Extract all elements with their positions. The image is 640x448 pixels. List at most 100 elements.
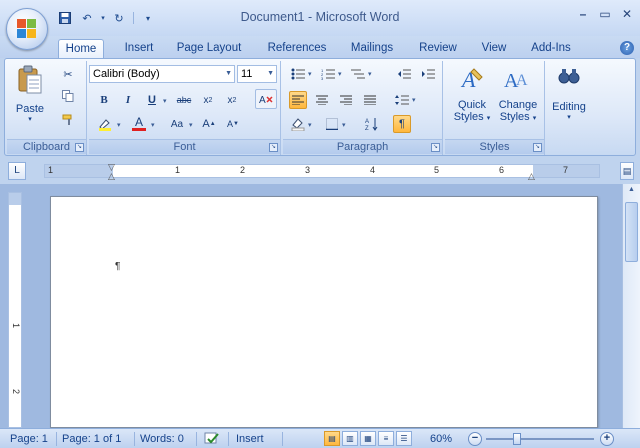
web-layout-view-icon[interactable]: ▦ (360, 431, 376, 446)
tab-selector-icon[interactable]: L (8, 162, 26, 180)
sort-icon[interactable]: AZ (363, 115, 381, 133)
tab-home[interactable]: Home (58, 39, 104, 58)
strikethrough-button[interactable]: abc (175, 91, 193, 109)
bullets-icon[interactable] (289, 65, 307, 83)
right-indent-marker[interactable]: △ (528, 172, 538, 181)
editing-dropdown-icon[interactable]: ▾ (547, 113, 591, 121)
paragraph-launcher-icon[interactable]: ↘ (431, 143, 440, 152)
minimize-icon[interactable]: – (576, 7, 590, 21)
font-name-dropdown-icon[interactable]: ▼ (225, 66, 232, 82)
office-button[interactable] (6, 8, 48, 50)
tab-add-ins[interactable]: Add-Ins (524, 39, 578, 58)
paste-dropdown-icon[interactable]: ▾ (13, 115, 47, 123)
line-spacing-dropdown-icon[interactable]: ▾ (412, 96, 416, 104)
grow-font-icon[interactable]: A ▲ (199, 115, 219, 133)
highlight-icon[interactable] (95, 115, 115, 133)
ruler-number: 5 (434, 165, 440, 175)
ruler-row: L 1 1 2 3 4 5 6 7 ▽ △ △ ▤ (0, 158, 640, 184)
multilevel-list-dropdown-icon[interactable]: ▾ (368, 70, 372, 78)
tab-mailings[interactable]: Mailings (344, 39, 400, 58)
shrink-font-icon[interactable]: A ▼ (223, 115, 243, 133)
align-left-button[interactable] (289, 91, 307, 109)
print-layout-view-icon[interactable]: ▤ (324, 431, 340, 446)
tab-view[interactable]: View (476, 39, 512, 58)
status-page-of[interactable]: Page: 1 of 1 (62, 432, 121, 446)
increase-indent-icon[interactable] (419, 65, 437, 83)
proofing-icon[interactable] (204, 432, 220, 446)
window-controls: – ▭ ✕ (576, 7, 634, 21)
font-size-dropdown-icon[interactable]: ▼ (267, 66, 274, 82)
bullets-dropdown-icon[interactable]: ▾ (308, 70, 312, 78)
align-center-button[interactable] (313, 91, 331, 109)
paragraph-group: ▾ 123 ▾ ▾ ▾ ▾ ▾ A Z ¶ Paragraph ↘ (283, 61, 443, 155)
zoom-in-icon[interactable]: + (600, 432, 614, 446)
status-word-count[interactable]: Words: 0 (140, 432, 184, 446)
draft-view-icon[interactable]: ☰ (396, 431, 412, 446)
quick-styles-dropdown-icon[interactable]: ▾ (487, 115, 491, 122)
outline-view-icon[interactable]: ≡ (378, 431, 394, 446)
change-styles-dropdown-icon[interactable]: ▾ (533, 115, 537, 122)
shading-icon[interactable] (289, 115, 307, 133)
shading-dropdown-icon[interactable]: ▾ (308, 121, 312, 129)
format-painter-icon[interactable] (59, 111, 77, 129)
zoom-out-icon[interactable]: − (468, 432, 482, 446)
paste-button[interactable]: Paste ▾ (13, 65, 47, 129)
horizontal-ruler[interactable]: 1 1 2 3 4 5 6 7 ▽ △ △ (44, 163, 600, 181)
tab-references[interactable]: References (262, 39, 332, 58)
clipboard-launcher-icon[interactable]: ↘ (75, 143, 84, 152)
font-color-icon[interactable]: A (129, 115, 149, 133)
align-right-button[interactable] (337, 91, 355, 109)
bold-button[interactable]: B (95, 91, 113, 109)
first-line-indent-marker[interactable]: ▽ (108, 163, 118, 172)
justify-button[interactable] (361, 91, 379, 109)
zoom-slider-track[interactable] (486, 438, 594, 440)
font-launcher-icon[interactable]: ↘ (269, 143, 278, 152)
hanging-indent-marker[interactable]: △ (108, 172, 118, 181)
editing-button[interactable]: Editing ▾ (547, 65, 591, 135)
borders-icon[interactable] (323, 115, 341, 133)
change-case-dropdown-icon[interactable]: ▾ (189, 121, 193, 129)
font-size-combo[interactable]: 11 ▼ (237, 65, 277, 83)
full-screen-reading-view-icon[interactable]: ▥ (342, 431, 358, 446)
change-styles-button[interactable]: A A Change Styles ▾ (495, 65, 541, 135)
multilevel-list-icon[interactable] (349, 65, 367, 83)
cut-icon[interactable]: ✂ (59, 65, 77, 83)
document-area: 1 2 ¶ ▲ (0, 184, 640, 428)
quick-styles-button[interactable]: A Quick Styles ▾ (451, 65, 493, 135)
scroll-up-icon[interactable]: ▲ (625, 186, 638, 198)
view-ruler-icon[interactable]: ▤ (620, 162, 634, 180)
line-spacing-icon[interactable] (393, 91, 411, 109)
svg-text:3: 3 (321, 76, 324, 80)
close-icon[interactable]: ✕ (620, 7, 634, 21)
vertical-scrollbar[interactable]: ▲ (622, 184, 640, 428)
styles-launcher-icon[interactable]: ↘ (533, 143, 542, 152)
highlight-dropdown-icon[interactable]: ▾ (117, 121, 121, 129)
italic-button[interactable]: I (119, 91, 137, 109)
clear-formatting-icon[interactable]: A (255, 89, 277, 109)
tab-review[interactable]: Review (414, 39, 462, 58)
change-case-icon[interactable]: Aa (165, 115, 189, 133)
font-name-combo[interactable]: Calibri (Body) ▼ (89, 65, 235, 83)
font-color-dropdown-icon[interactable]: ▾ (151, 121, 155, 129)
subscript-button[interactable]: x2 (199, 91, 217, 109)
numbering-dropdown-icon[interactable]: ▾ (338, 70, 342, 78)
zoom-level[interactable]: 60% (430, 432, 452, 446)
superscript-button[interactable]: x2 (223, 91, 241, 109)
maximize-icon[interactable]: ▭ (598, 7, 612, 21)
vertical-ruler[interactable]: 1 2 (8, 192, 22, 428)
document-page[interactable]: ¶ (50, 196, 598, 428)
decrease-indent-icon[interactable] (395, 65, 413, 83)
borders-dropdown-icon[interactable]: ▾ (342, 121, 346, 129)
tab-insert[interactable]: Insert (118, 39, 160, 58)
underline-dropdown-icon[interactable]: ▾ (163, 97, 167, 105)
help-icon[interactable]: ? (620, 41, 634, 55)
status-page[interactable]: Page: 1 (10, 432, 48, 446)
underline-button[interactable]: U (143, 91, 161, 109)
numbering-icon[interactable]: 123 (319, 65, 337, 83)
status-insert-mode[interactable]: Insert (236, 432, 264, 446)
show-formatting-marks-button[interactable]: ¶ (393, 115, 411, 133)
scrollbar-thumb[interactable] (625, 202, 638, 262)
copy-icon[interactable] (59, 87, 77, 105)
tab-page-layout[interactable]: Page Layout (172, 39, 246, 58)
zoom-slider-thumb[interactable] (513, 433, 521, 445)
